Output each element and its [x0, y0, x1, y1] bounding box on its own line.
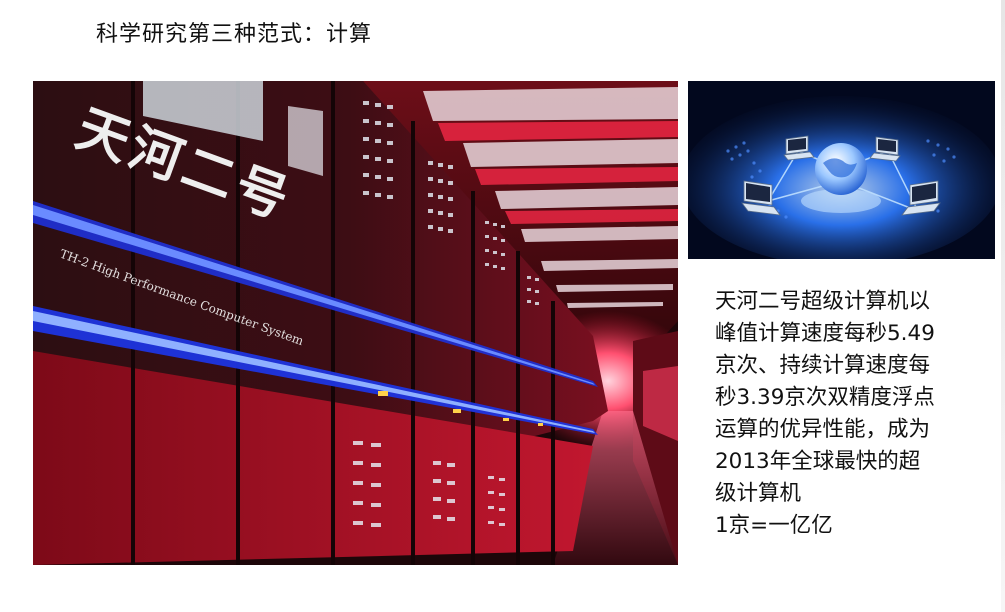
description-line: 2013年全球最快的超: [715, 449, 921, 474]
slide-title: 科学研究第三种范式：计算: [96, 22, 373, 47]
description-line: 秒3.39京次双精度浮点: [715, 385, 935, 410]
description-line: 京次、持续计算速度每: [715, 353, 931, 378]
description-line: 运算的优异性能，成为: [715, 417, 931, 442]
description-line: 级计算机: [715, 481, 802, 506]
description-line: 1京=一亿亿: [715, 513, 833, 538]
slide-edge: [1001, 0, 1005, 612]
supercomputer-photo: 天河二号 TH-2 High Performance Computer Syst…: [33, 81, 678, 565]
network-illustration: [688, 81, 995, 259]
description-text: 天河二号超级计算机以 峰值计算速度每秒5.49 京次、持续计算速度每 秒3.39…: [715, 286, 985, 542]
description-line: 天河二号超级计算机以: [715, 289, 931, 314]
description-line: 峰值计算速度每秒5.49: [715, 321, 935, 346]
